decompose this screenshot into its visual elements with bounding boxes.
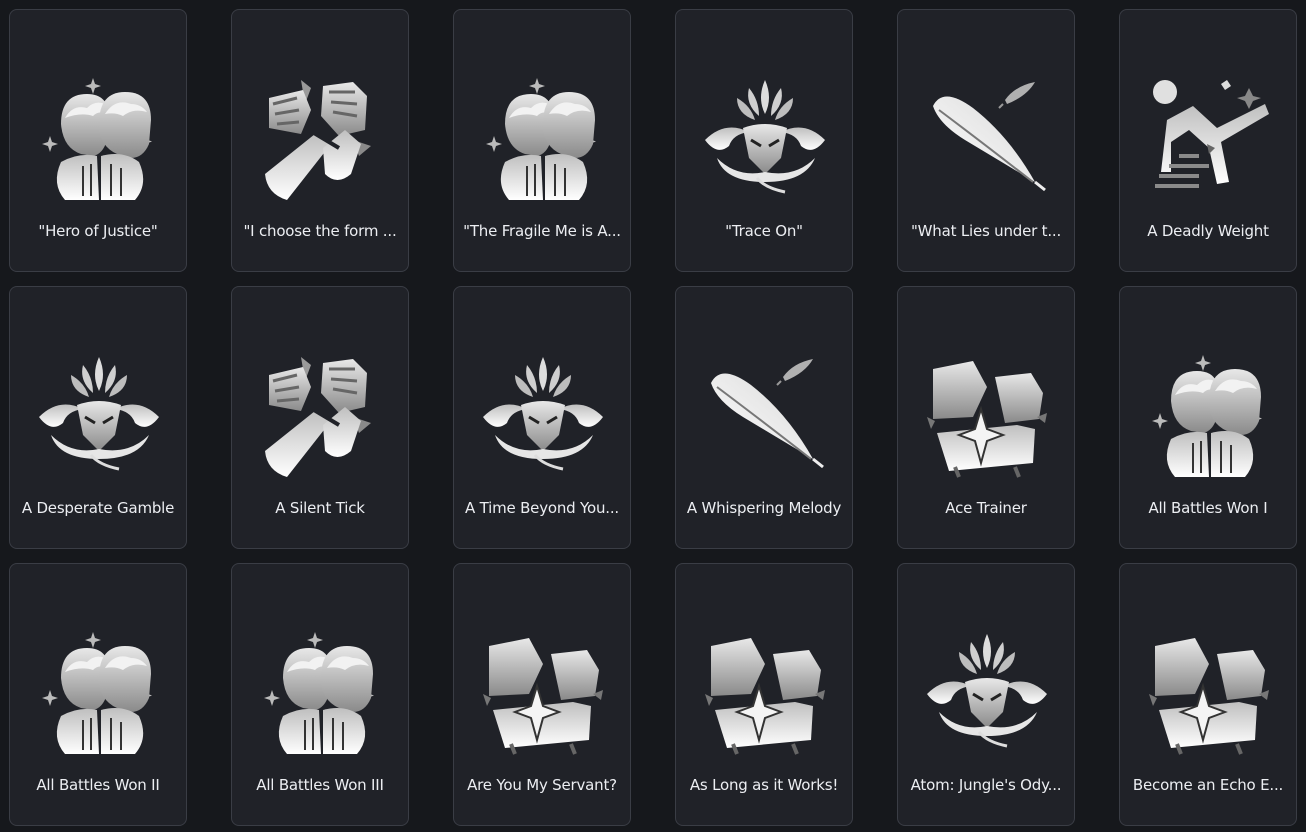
- achievement-grid: "Hero of Justice" "I choose the form ... "…: [0, 0, 1306, 832]
- achievement-name: A Silent Tick: [275, 499, 365, 517]
- achievement-card[interactable]: All Battles Won II: [9, 563, 187, 826]
- achievement-name: A Desperate Gamble: [21, 499, 175, 517]
- achievement-card[interactable]: A Whispering Melody: [675, 286, 853, 549]
- achievement-name: A Deadly Weight: [1147, 222, 1269, 240]
- feather-icon: [697, 347, 833, 483]
- dragon-emblem-icon: [475, 347, 611, 483]
- achievement-name: A Time Beyond You...: [464, 499, 620, 517]
- achievement-card[interactable]: A Silent Tick: [231, 286, 409, 549]
- achievement-card[interactable]: "What Lies under t...: [897, 9, 1075, 272]
- achievement-card[interactable]: Are You My Servant?: [453, 563, 631, 826]
- twins-portrait-icon: [475, 70, 611, 206]
- twins-portrait-icon: [31, 624, 167, 760]
- achievement-card[interactable]: "I choose the form ...: [231, 9, 409, 272]
- achievement-card[interactable]: As Long as it Works!: [675, 563, 853, 826]
- clashing-fists-icon: [253, 70, 389, 206]
- achievement-name: "I choose the form ...: [243, 222, 397, 240]
- shattered-cube-icon: [697, 624, 833, 760]
- shattered-cube-icon: [919, 347, 1055, 483]
- achievement-card[interactable]: Ace Trainer: [897, 286, 1075, 549]
- achievement-name: Atom: Jungle's Ody...: [910, 776, 1062, 794]
- achievement-card[interactable]: "Trace On": [675, 9, 853, 272]
- falling-figure-icon: [1141, 70, 1277, 206]
- achievement-name: "The Fragile Me is A...: [463, 222, 621, 240]
- achievement-name: "Trace On": [725, 222, 803, 240]
- achievement-card[interactable]: A Time Beyond You...: [453, 286, 631, 549]
- twins-portrait-icon: [1141, 347, 1277, 483]
- achievement-name: "Hero of Justice": [38, 222, 158, 240]
- achievement-name: A Whispering Melody: [686, 499, 842, 517]
- achievement-card[interactable]: Become an Echo E...: [1119, 563, 1297, 826]
- achievement-name: All Battles Won I: [1148, 499, 1268, 517]
- achievement-card[interactable]: Atom: Jungle's Ody...: [897, 563, 1075, 826]
- achievement-card[interactable]: All Battles Won I: [1119, 286, 1297, 549]
- shattered-cube-icon: [475, 624, 611, 760]
- achievement-name: Ace Trainer: [945, 499, 1027, 517]
- achievement-card[interactable]: "The Fragile Me is A...: [453, 9, 631, 272]
- achievement-card[interactable]: "Hero of Justice": [9, 9, 187, 272]
- shattered-cube-icon: [1141, 624, 1277, 760]
- achievement-card[interactable]: All Battles Won III: [231, 563, 409, 826]
- achievement-name: "What Lies under t...: [910, 222, 1062, 240]
- dragon-emblem-icon: [697, 70, 833, 206]
- dragon-emblem-icon: [31, 347, 167, 483]
- achievement-name: Become an Echo E...: [1132, 776, 1284, 794]
- achievement-name: Are You My Servant?: [467, 776, 617, 794]
- achievement-card[interactable]: A Desperate Gamble: [9, 286, 187, 549]
- feather-icon: [919, 70, 1055, 206]
- twins-portrait-icon: [31, 70, 167, 206]
- achievement-name: As Long as it Works!: [689, 776, 839, 794]
- achievement-name: All Battles Won III: [256, 776, 384, 794]
- clashing-fists-icon: [253, 347, 389, 483]
- dragon-emblem-icon: [919, 624, 1055, 760]
- achievement-card[interactable]: A Deadly Weight: [1119, 9, 1297, 272]
- achievement-name: All Battles Won II: [36, 776, 160, 794]
- twins-portrait-icon: [253, 624, 389, 760]
